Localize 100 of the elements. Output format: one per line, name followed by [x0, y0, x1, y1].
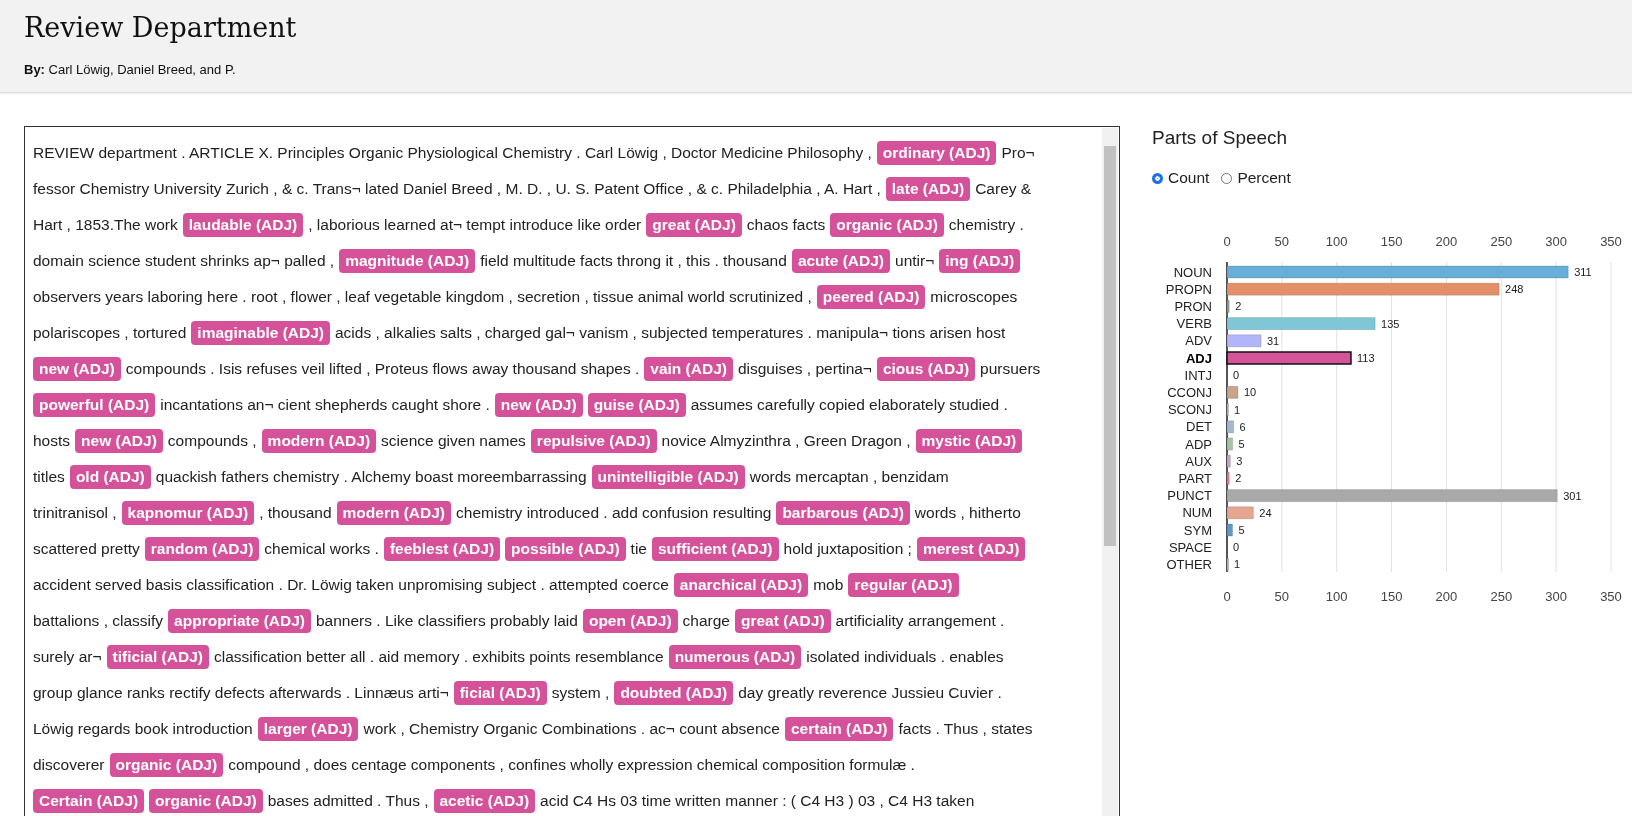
text-run: acids , alkalies salts , charged gal¬ vanism , subjected temperatures . manipula¬ tions arisen host: [334, 324, 1006, 342]
text-run: hosts: [33, 432, 71, 450]
pos-tag: anarchical (ADJ): [673, 573, 809, 597]
text-run: scattered pretty: [33, 540, 140, 558]
data-label: 1: [1234, 558, 1241, 571]
pos-tag: merest (ADJ): [916, 537, 1026, 561]
axis-tick-label: 250: [1490, 589, 1513, 604]
category-label: INTJ: [1184, 367, 1212, 383]
data-label: 31: [1267, 334, 1280, 347]
axis-tick-label: 150: [1380, 234, 1403, 249]
text-run: Löwig regards book introduction: [33, 720, 253, 738]
pos-tag: repulsive (ADJ): [530, 429, 657, 453]
axis-tick-label: 0: [1223, 589, 1231, 604]
axis-tick-label: 50: [1274, 234, 1290, 249]
category-label: SYM: [1183, 522, 1212, 538]
text-run: system ,: [551, 684, 610, 702]
data-label: 6: [1239, 420, 1246, 433]
pos-tag: great (ADJ): [735, 609, 831, 633]
text-run: charge: [682, 612, 730, 630]
data-label: 311: [1574, 266, 1592, 278]
pos-tag: larger (ADJ): [257, 717, 359, 741]
pos-tag: modern (ADJ): [336, 501, 452, 525]
text-run: assumes carefully copied elaborately studied .: [690, 396, 1008, 414]
text-run: , thousand: [259, 504, 332, 522]
text-run: isolated individuals . enables: [806, 648, 1004, 666]
text-run: day greatly reverence Jussieu Cuvier .: [738, 684, 1002, 702]
text-run: chaos facts: [746, 216, 826, 234]
category-label: SPACE: [1168, 539, 1212, 555]
text-run: incantations an¬ cient shepherds caught shore .: [160, 396, 490, 414]
text-run: titles: [33, 468, 65, 486]
text-run: chemical works .: [264, 540, 379, 558]
category-label: VERB: [1176, 316, 1212, 332]
pos-tag: regular (ADJ): [848, 573, 959, 597]
text-run: quackish fathers chemistry . Alchemy boast moreembarrassing: [155, 468, 587, 486]
page-title: Review Department: [24, 11, 298, 45]
text-run: mob: [813, 576, 844, 594]
text-run: science given names: [381, 432, 526, 450]
pos-tag: kapnomur (ADJ): [121, 501, 255, 525]
category-label: OTHER: [1166, 556, 1212, 572]
category-label: NUM: [1182, 505, 1212, 521]
category-label: PART: [1178, 470, 1212, 486]
text-run: hold juxtaposition ;: [783, 540, 912, 558]
axis-tick-label: 50: [1274, 589, 1290, 604]
pos-tag: acute (ADJ): [791, 249, 890, 273]
text-run: chemistry introduced . add confusion resulting: [456, 504, 772, 522]
panel-title: Parts of Speech: [1152, 126, 1289, 150]
category-label: NOUN: [1173, 264, 1212, 280]
pos-tag: modern (ADJ): [261, 429, 377, 453]
pos-tag: organic (ADJ): [149, 789, 263, 813]
mode-radio[interactable]: Count: [1152, 169, 1210, 187]
text-run: surely ar¬: [33, 648, 102, 666]
pos-tag: appropriate (ADJ): [168, 609, 311, 633]
text-run: , laborious learned at¬ tempt introduce like order: [308, 216, 642, 234]
text-run: battalions , classify: [33, 612, 164, 630]
pos-tag: organic (ADJ): [109, 753, 224, 777]
pos-tag: ing (ADJ): [939, 249, 1021, 273]
text-run: chemistry .: [948, 216, 1024, 234]
pos-tag: powerful (ADJ): [33, 393, 156, 417]
pos-tag: tificial (ADJ): [106, 645, 209, 669]
pos-tag: open (ADJ): [582, 609, 678, 633]
text-run: disguises , pertina¬: [737, 360, 872, 378]
text-run: compounds ,: [167, 432, 257, 450]
axis-tick-label: 0: [1223, 234, 1231, 249]
pos-tag: sufficient (ADJ): [652, 537, 779, 561]
pos-tag: great (ADJ): [646, 213, 742, 237]
axis-tick-label: 200: [1435, 589, 1458, 604]
pos-tag: old (ADJ): [69, 465, 151, 489]
category-label: PROPN: [1165, 281, 1212, 297]
data-label: 10: [1243, 386, 1257, 399]
text-run: domain science student shrinks ap¬ palled ,: [33, 252, 335, 270]
pos-tag: acetic (ADJ): [433, 789, 536, 813]
data-label: 0: [1233, 541, 1240, 554]
text-run: acid C4 Hs 03 time written manner : ( C4 H3 ) 03 , C4 H3 taken: [540, 792, 975, 810]
text-run: banners . Like classifiers probably laid: [316, 612, 578, 630]
pos-tag: new (ADJ): [33, 357, 121, 381]
category-label: CCONJ: [1167, 384, 1212, 400]
category-label: SCONJ: [1167, 402, 1212, 418]
text-run: words , hitherto: [914, 504, 1021, 522]
scrollbar-thumb[interactable]: [1104, 146, 1116, 546]
pos-tag: doubted (ADJ): [614, 681, 734, 705]
axis-tick-label: 100: [1325, 589, 1348, 604]
category-label: AUX: [1185, 453, 1212, 469]
text-run: Hart , 1853.The work: [33, 216, 178, 234]
data-label: 1: [1234, 403, 1241, 416]
pos-tag: certain (ADJ): [785, 717, 894, 741]
pos-tag: vain (ADJ): [644, 357, 733, 381]
data-label: 135: [1381, 317, 1400, 330]
category-label: PUNCT: [1167, 488, 1212, 504]
text-run: observers years laboring here . root , flower , leaf vegetable kingdom , secretion , tissue animal world scrutinized ,: [33, 288, 812, 306]
text-run: artificiality arrangement .: [835, 612, 1005, 630]
text-run: compound , does centage components , confines wholly expression chemical composition formulæ .: [228, 756, 915, 774]
text-run: novice Almyzinthra , Green Dragon ,: [661, 432, 911, 450]
category-label: ADJ: [1186, 350, 1212, 366]
data-label: 301: [1563, 489, 1582, 502]
text-run: untir¬: [895, 252, 935, 270]
text-run: bases admitted . Thus ,: [267, 792, 429, 810]
scrollbar-track[interactable]: [1102, 128, 1118, 816]
mode-radio[interactable]: Percent: [1221, 169, 1291, 187]
data-label: 113: [1357, 352, 1375, 364]
pos-tag: organic (ADJ): [830, 213, 944, 237]
